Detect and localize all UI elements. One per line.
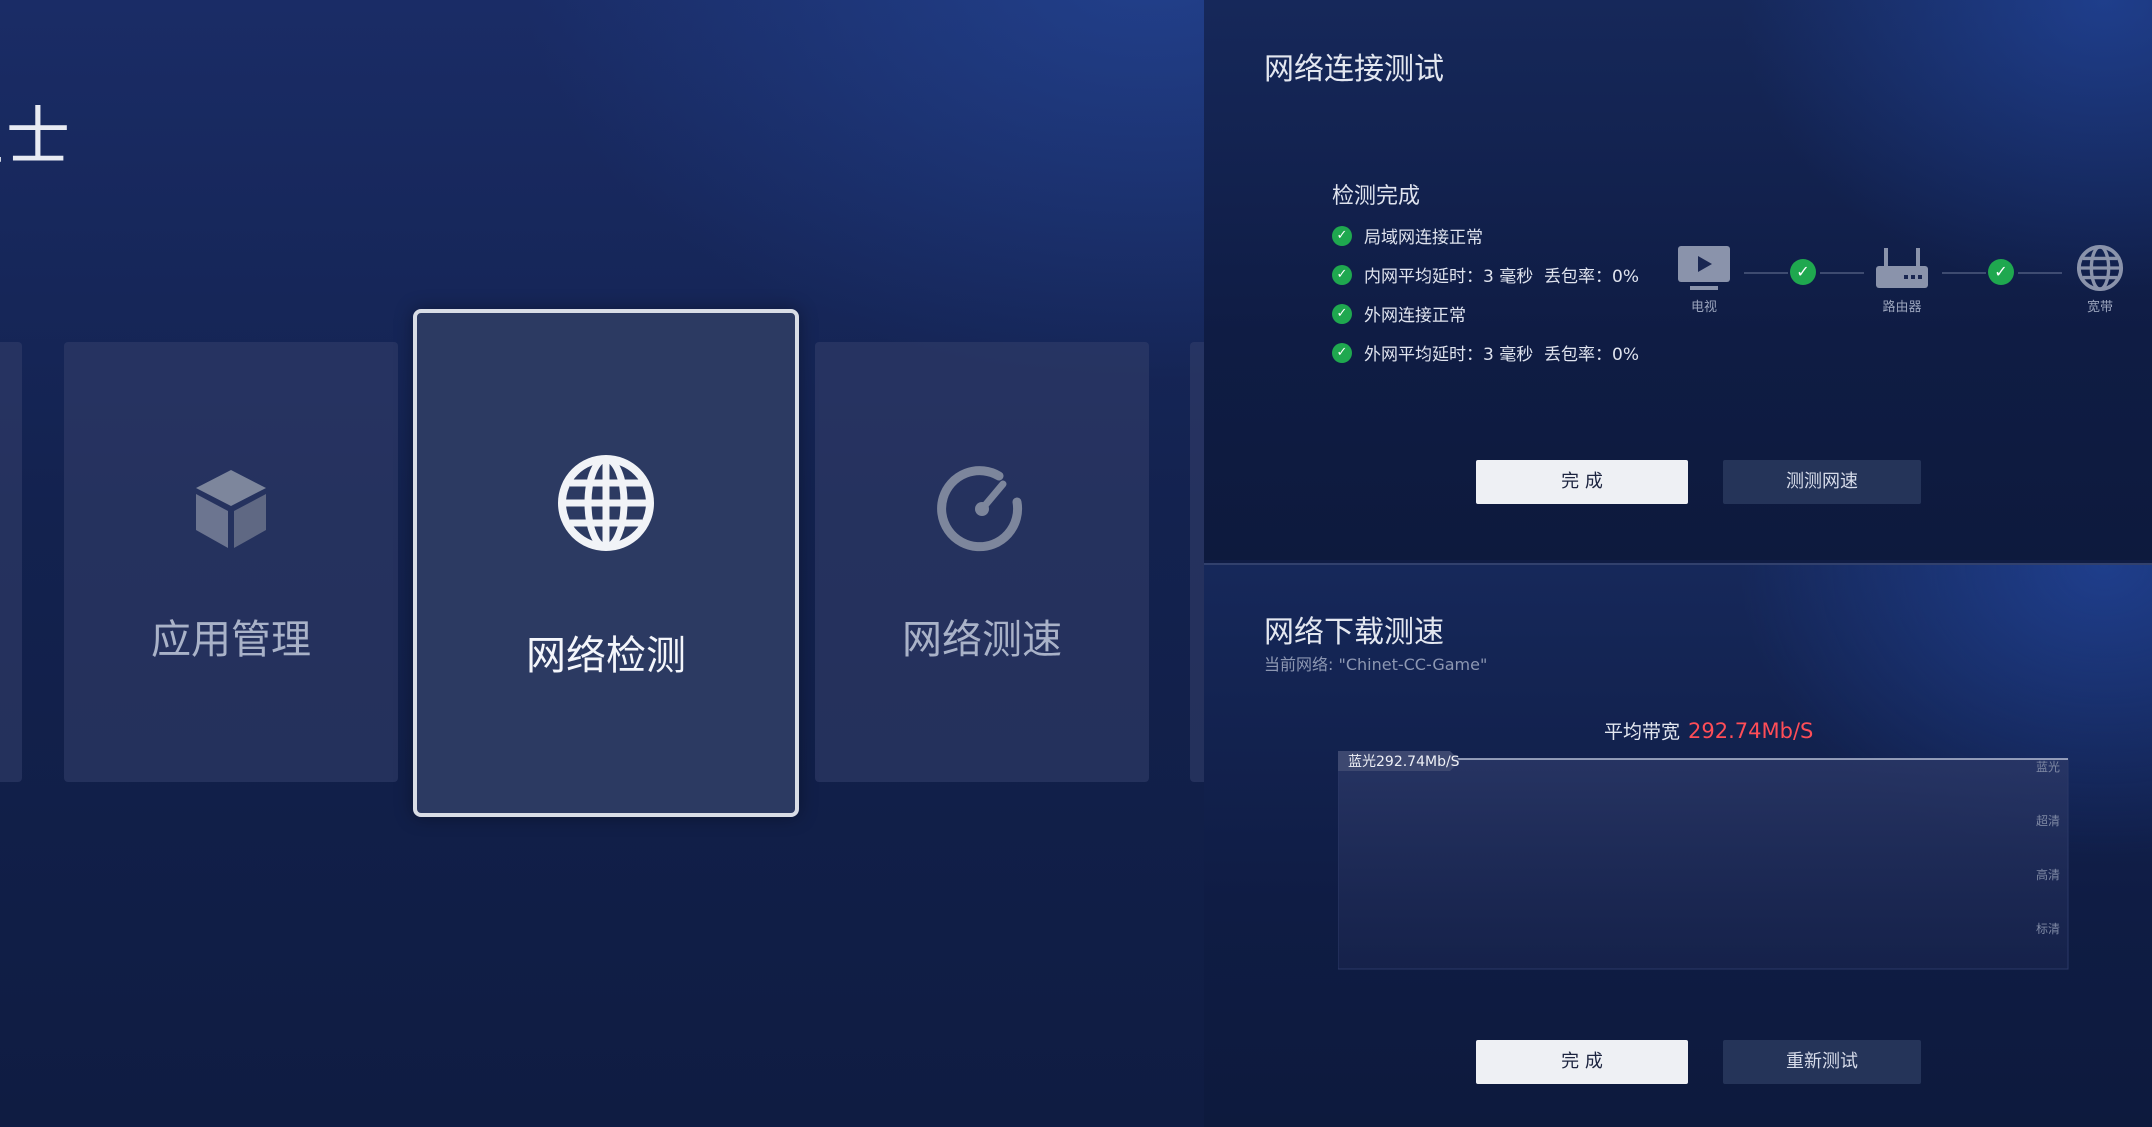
average-bandwidth: 平均带宽 292.74Mb/S [1604,717,1813,744]
check-icon: ✓ [1332,303,1352,324]
retest-button[interactable]: 重新测试 [1723,1040,1921,1084]
link-line [1820,272,1864,274]
tile-label: 网络测速 [902,617,1062,663]
cube-icon [196,470,266,548]
panel-title: 网络下载测速 [1264,615,1444,650]
check-icon: ✓ [1332,264,1352,285]
tile-partial-right[interactable] [1190,342,1204,782]
connection-test-panel: 网络连接测试 检测完成 ✓ 局域网连接正常 ✓ 内网平均延时：3 毫秒 丢包率：… [1204,0,2152,560]
check-item: ✓ 局域网连接正常 [1332,223,1483,248]
check-icon: ✓ [1332,342,1352,363]
link-line [1942,272,1986,274]
link-line [2018,272,2062,274]
current-network: 当前网络: "Chinet-CC-Game" [1264,655,1488,674]
tile-app-management[interactable]: 应用管理 [64,342,398,782]
router-icon [1876,248,1928,288]
node-label: 路由器 [1882,300,1922,315]
check-text: 外网连接正常 [1364,306,1466,326]
launcher-panel: 卫士 应用管理 网络检测 网络测速 [0,0,1204,1125]
check-text: 内网平均延时：3 毫秒 丢包率：0% [1364,267,1639,287]
page-title: 卫士 [0,101,72,175]
speed-chart: 蓝光292.74Mb/S 蓝光 超清 高清 标清 [1338,751,2069,970]
done-button[interactable]: 完 成 [1476,1040,1688,1084]
link-ok-icon: ✓ [1790,259,1816,285]
level-label: 高清 [2036,867,2060,882]
tile-partial-left[interactable] [0,342,22,782]
chart-area [1338,758,2069,970]
check-icon: ✓ [1332,225,1352,246]
node-label: 宽带 [2086,300,2113,315]
panel-title: 网络连接测试 [1264,52,1444,87]
level-label: 蓝光 [2036,760,2060,774]
node-router: 路由器 [1872,244,1932,315]
avg-value: 292.74Mb/S [1688,719,1814,743]
status-heading: 检测完成 [1332,184,1421,209]
level-label: 标清 [2036,922,2060,936]
check-item: ✓ 外网平均延时：3 毫秒 丢包率：0% [1332,340,1639,365]
speed-test-button[interactable]: 测测网速 [1723,460,1921,504]
tile-label: 网络检测 [526,633,686,679]
link-ok-icon: ✓ [1988,259,2014,285]
globe-icon [558,455,654,551]
check-text: 局域网连接正常 [1364,228,1483,248]
node-label: 电视 [1690,300,1717,315]
node-tv: 电视 [1674,244,1734,315]
tile-network-check[interactable]: 网络检测 [413,309,799,817]
check-item: ✓ 内网平均延时：3 毫秒 丢包率：0% [1332,262,1639,287]
level-label: 超清 [2036,813,2060,828]
globe-icon [2076,244,2124,292]
tile-label: 应用管理 [151,617,311,663]
avg-label: 平均带宽 [1604,721,1681,743]
done-button[interactable]: 完 成 [1476,460,1688,504]
check-item: ✓ 外网连接正常 [1332,301,1466,326]
node-broadband: 宽带 [2070,244,2130,315]
speedometer-icon [937,466,1023,552]
link-line [1744,272,1788,274]
tv-icon [1678,246,1730,290]
download-test-panel: 网络下载测速 当前网络: "Chinet-CC-Game" 平均带宽 292.74… [1204,563,2152,1127]
tile-network-speed[interactable]: 网络测速 [815,342,1149,782]
check-text: 外网平均延时：3 毫秒 丢包率：0% [1364,345,1639,365]
speed-marker-label: 蓝光292.74Mb/S [1348,754,1460,770]
